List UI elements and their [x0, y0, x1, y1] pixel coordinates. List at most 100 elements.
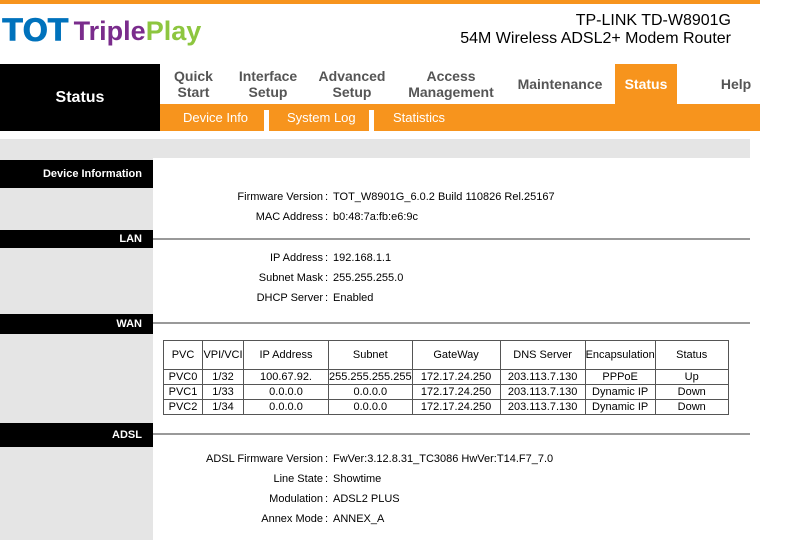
- main-nav: Quick Start Interface Setup Advanced Setup …: [160, 64, 760, 104]
- wan-cell-dns: 203.113.7.130: [499, 369, 586, 385]
- colon: :: [325, 513, 329, 525]
- sub-nav: Device Info System Log Statistics: [160, 104, 760, 131]
- wan-col-vpi-vci: VPI/VCI: [202, 340, 244, 370]
- wan-cell-encapsulation: PPPoE: [584, 369, 656, 385]
- subnav-separator: [264, 110, 269, 131]
- wan-cell-pvc: PVC2: [163, 399, 203, 415]
- logo-tot-text: TOT: [2, 12, 69, 49]
- subnet-mask-value: 255.255.255.0: [333, 272, 404, 284]
- wan-col-status: Status: [654, 340, 729, 370]
- lan-ip-label: IP Address: [270, 252, 323, 264]
- wan-cell-encapsulation: Dynamic IP: [584, 399, 656, 415]
- wan-cell-vpi-vci: 1/34: [202, 399, 244, 415]
- colon: :: [325, 493, 329, 505]
- colon: :: [325, 191, 329, 203]
- wan-col-encapsulation: Encapsulation: [584, 340, 656, 370]
- subnav-separator: [369, 110, 374, 131]
- line-state-value: Showtime: [333, 473, 382, 485]
- firmware-version-label: Firmware Version: [237, 191, 323, 203]
- product-name: TP-LINK TD-W8901G: [575, 12, 731, 29]
- wan-cell-status: Down: [654, 399, 729, 415]
- section-divider: [153, 433, 750, 435]
- nav-line: Start: [177, 84, 210, 100]
- nav-help[interactable]: Help: [712, 64, 760, 104]
- section-lan: LAN: [0, 230, 153, 248]
- nav-interface-setup[interactable]: Interface Setup: [232, 64, 304, 104]
- nav-help-label: Help: [720, 76, 752, 92]
- wan-cell-gateway: 172.17.24.250: [411, 384, 501, 400]
- mac-address-value: b0:48:7a:fb:e6:9c: [333, 211, 419, 223]
- nav-status[interactable]: Status: [615, 64, 677, 104]
- tot-tripleplay-logo: TOT TriplePlay: [2, 10, 201, 52]
- nav-line: Interface: [238, 68, 298, 84]
- wan-cell-ip: 100.67.92.: [243, 369, 329, 385]
- wan-cell-encapsulation: Dynamic IP: [584, 384, 656, 400]
- subnav-system-log[interactable]: System Log: [287, 104, 356, 131]
- dhcp-server-label: DHCP Server: [256, 292, 323, 304]
- wan-col-pvc: PVC: [163, 340, 203, 370]
- logo-play-word: Play: [145, 15, 202, 46]
- wan-cell-gateway: 172.17.24.250: [411, 399, 501, 415]
- page-title: Status: [0, 64, 160, 131]
- wan-cell-gateway: 172.17.24.250: [411, 369, 501, 385]
- annex-mode-label: Annex Mode: [261, 513, 323, 525]
- colon: :: [325, 473, 329, 485]
- wan-cell-vpi-vci: 1/32: [202, 369, 244, 385]
- subnav-device-info[interactable]: Device Info: [183, 104, 248, 131]
- nav-line: Access: [426, 68, 476, 84]
- subnav-statistics[interactable]: Statistics: [393, 104, 445, 131]
- modulation-value: ADSL2 PLUS: [333, 493, 400, 505]
- wan-cell-vpi-vci: 1/33: [202, 384, 244, 400]
- nav-line: Setup: [332, 84, 372, 100]
- nav-quick-start[interactable]: Quick Start: [160, 64, 227, 104]
- nav-line: Management: [408, 84, 494, 100]
- wan-cell-pvc: PVC1: [163, 384, 203, 400]
- product-description: 54M Wireless ADSL2+ Modem Router: [460, 30, 731, 47]
- wan-cell-subnet: 0.0.0.0: [328, 384, 413, 400]
- nav-line: Advanced: [318, 68, 386, 84]
- lan-ip-value: 192.168.1.1: [333, 252, 392, 264]
- nav-maintenance[interactable]: Maintenance: [512, 64, 608, 104]
- wan-cell-subnet: 255.255.255.255: [328, 369, 413, 385]
- section-divider: [153, 322, 750, 324]
- logo-triple-word: Triple: [73, 15, 146, 46]
- wan-cell-status: Down: [654, 384, 729, 400]
- wan-table: PVC VPI/VCI IP Address Subnet GateWay DN…: [163, 340, 729, 415]
- adsl-firmware-value: FwVer:3.12.8.31_TC3086 HwVer:T14.F7_7.0: [333, 453, 554, 465]
- colon: :: [325, 292, 329, 304]
- logo-tripleplay-text: TriplePlay: [73, 15, 202, 46]
- table-row: PVC0 1/32 100.67.92. 255.255.255.255 172…: [163, 369, 729, 385]
- wan-cell-subnet: 0.0.0.0: [328, 399, 413, 415]
- dhcp-server-value: Enabled: [333, 292, 374, 304]
- wan-col-subnet: Subnet: [328, 340, 413, 370]
- section-adsl: ADSL: [0, 423, 153, 447]
- mac-address-label: MAC Address: [255, 211, 323, 223]
- table-row: PVC2 1/34 0.0.0.0 0.0.0.0 172.17.24.250 …: [163, 399, 729, 415]
- annex-mode-value: ANNEX_A: [333, 513, 385, 525]
- section-wan: WAN: [0, 314, 153, 334]
- wan-col-ip-address: IP Address: [243, 340, 329, 370]
- left-column: [0, 158, 153, 540]
- header-spacer-strip: [0, 139, 750, 158]
- nav-advanced-setup[interactable]: Advanced Setup: [314, 64, 390, 104]
- nav-line: Setup: [248, 84, 288, 100]
- nav-status-label: Status: [624, 76, 668, 92]
- nav-maintenance-label: Maintenance: [517, 76, 603, 92]
- nav-access-management[interactable]: Access Management: [402, 64, 500, 104]
- section-divider: [153, 238, 750, 240]
- colon: :: [325, 272, 329, 284]
- colon: :: [325, 453, 329, 465]
- adsl-firmware-label: ADSL Firmware Version: [206, 453, 323, 465]
- nav-quick-start-label: Quick Start: [174, 68, 213, 100]
- wan-table-header: PVC VPI/VCI IP Address Subnet GateWay DN…: [163, 340, 729, 370]
- colon: :: [325, 252, 329, 264]
- modulation-label: Modulation: [269, 493, 323, 505]
- top-accent-bar: [0, 0, 760, 4]
- line-state-label: Line State: [273, 473, 323, 485]
- wan-col-dns-server: DNS Server: [499, 340, 586, 370]
- nav-interface-setup-label: Interface Setup: [239, 68, 297, 100]
- colon: :: [325, 211, 329, 223]
- table-row: PVC1 1/33 0.0.0.0 0.0.0.0 172.17.24.250 …: [163, 384, 729, 400]
- wan-col-gateway: GateWay: [411, 340, 501, 370]
- wan-cell-pvc: PVC0: [163, 369, 203, 385]
